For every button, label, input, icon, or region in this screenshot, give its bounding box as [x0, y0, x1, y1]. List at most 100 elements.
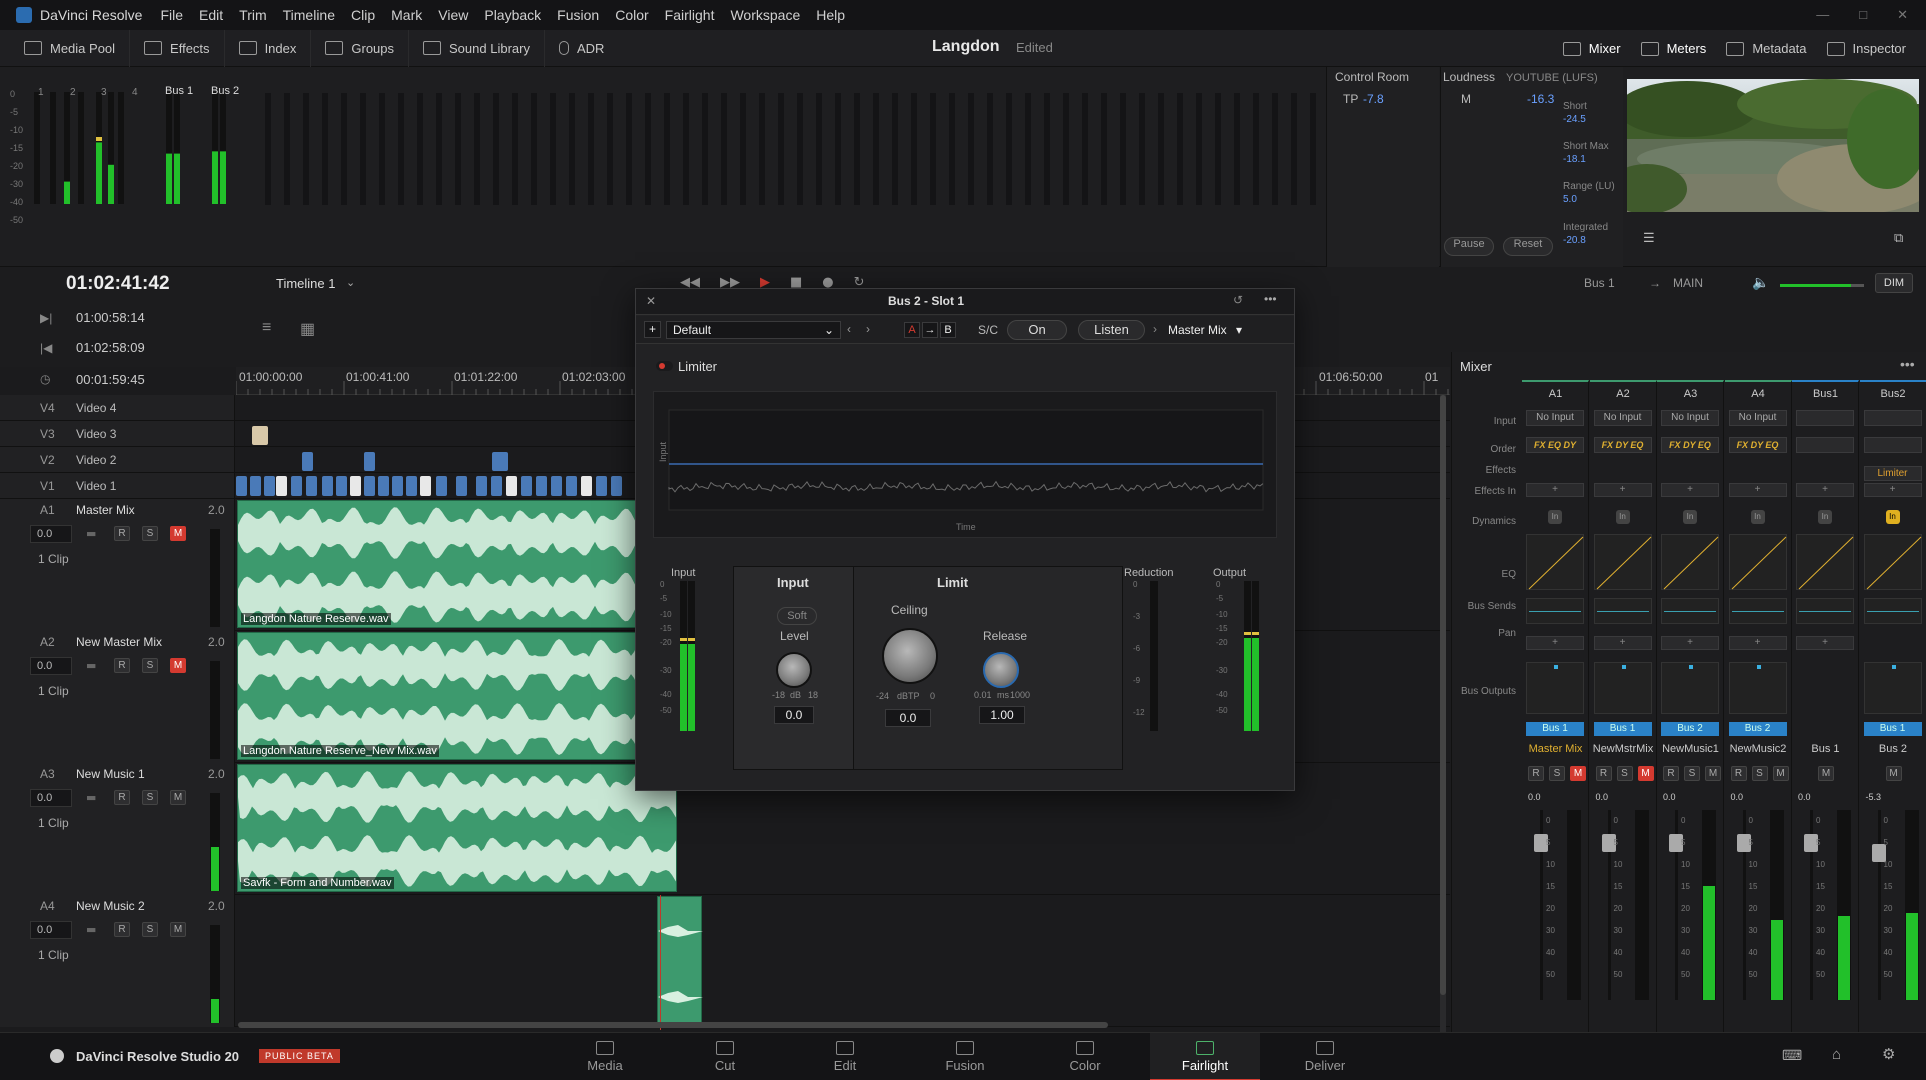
- add-effect-button[interactable]: +: [1728, 483, 1787, 497]
- eq-graph[interactable]: [1593, 598, 1652, 624]
- track-name[interactable]: Video 2: [76, 453, 116, 467]
- solo-button[interactable]: S: [142, 658, 158, 673]
- mute-button[interactable]: M: [170, 526, 186, 541]
- metadata-button[interactable]: Metadata: [1716, 30, 1816, 67]
- input-selector[interactable]: No Input: [1728, 410, 1787, 426]
- home-icon[interactable]: ⌂: [1832, 1046, 1841, 1063]
- effects-in-button[interactable]: In: [1683, 510, 1697, 524]
- menu-help[interactable]: Help: [816, 7, 845, 23]
- bus-send-button[interactable]: +: [1796, 636, 1854, 650]
- video-clip[interactable]: [420, 476, 431, 496]
- horizontal-scrollbar[interactable]: [238, 1022, 1108, 1028]
- record-arm-button[interactable]: R: [1663, 766, 1679, 781]
- video-clip[interactable]: [456, 476, 467, 496]
- add-effect-button[interactable]: +: [1863, 483, 1922, 497]
- dynamics-graph[interactable]: [1593, 534, 1652, 590]
- add-effect-button[interactable]: +: [1593, 483, 1652, 497]
- prev-preset-icon[interactable]: ‹: [847, 322, 851, 336]
- menu-mark[interactable]: Mark: [391, 7, 422, 23]
- fader-gain[interactable]: -5.3: [1866, 792, 1882, 802]
- processing-order[interactable]: FX DY EQ: [1728, 437, 1787, 453]
- route-dropdown[interactable]: Master Mix: [1168, 323, 1227, 337]
- bus-output[interactable]: Bus 2: [1728, 722, 1787, 736]
- page-tab-media[interactable]: Media: [550, 1033, 660, 1080]
- viewer-settings-icon[interactable]: ☰: [1643, 230, 1655, 246]
- mute-button[interactable]: M: [1570, 766, 1586, 781]
- arrow-right-icon[interactable]: →: [922, 322, 938, 338]
- solo-button[interactable]: S: [142, 790, 158, 805]
- bypass-toggle[interactable]: [656, 361, 673, 371]
- video-clip[interactable]: [252, 426, 268, 445]
- video-clip[interactable]: [302, 452, 313, 471]
- page-tab-deliver[interactable]: Deliver: [1270, 1033, 1380, 1080]
- lock-icon[interactable]: ▬: [86, 527, 100, 541]
- effects-in-button[interactable]: In: [1885, 510, 1900, 524]
- track-a4[interactable]: A4 New Music 2 2.0 0.0 ▬ R S M 1 Clip: [0, 895, 1450, 1027]
- dim-button[interactable]: DIM: [1875, 273, 1913, 293]
- fader-gain[interactable]: 0.0: [1798, 792, 1811, 802]
- menu-file[interactable]: File: [160, 7, 183, 23]
- add-preset-icon[interactable]: +: [644, 321, 661, 338]
- grid-view-icon[interactable]: ▦: [300, 319, 315, 339]
- video-clip[interactable]: [581, 476, 592, 496]
- fader-gain[interactable]: 0.0: [1731, 792, 1744, 802]
- video-clip[interactable]: [476, 476, 487, 496]
- video-clip[interactable]: [350, 476, 361, 496]
- video-viewer[interactable]: [1627, 79, 1919, 212]
- level-value[interactable]: 0.0: [774, 706, 814, 724]
- video-clip[interactable]: [506, 476, 517, 496]
- track-options-icon[interactable]: ≡: [262, 319, 271, 337]
- eq-graph[interactable]: [1863, 598, 1922, 624]
- video-clip[interactable]: [611, 476, 622, 496]
- meters-button[interactable]: Meters: [1631, 30, 1717, 67]
- menu-fairlight[interactable]: Fairlight: [665, 7, 715, 23]
- video-clip[interactable]: [406, 476, 417, 496]
- audio-clip[interactable]: [657, 896, 703, 1024]
- dynamics-graph[interactable]: [1526, 534, 1584, 590]
- mute-button[interactable]: M: [1772, 766, 1789, 781]
- bus-output[interactable]: Bus 2: [1661, 722, 1719, 736]
- video-clip[interactable]: [378, 476, 389, 496]
- media-pool-button[interactable]: Media Pool: [0, 29, 131, 67]
- track-volume[interactable]: 0.0: [30, 921, 72, 939]
- menu-playback[interactable]: Playback: [484, 7, 541, 23]
- record-arm-button[interactable]: R: [1595, 766, 1612, 781]
- in-timecode[interactable]: 01:00:58:14: [76, 310, 145, 325]
- record-arm-button[interactable]: R: [114, 922, 130, 937]
- audio-clip[interactable]: Savfk - Form and Number.wav: [237, 764, 677, 892]
- sound-library-button[interactable]: Sound Library: [409, 29, 545, 67]
- track-volume[interactable]: 0.0: [30, 657, 72, 675]
- video-clip[interactable]: [596, 476, 607, 496]
- bus-send-button[interactable]: +: [1661, 636, 1719, 650]
- bus-output[interactable]: Bus 1: [1526, 722, 1584, 736]
- solo-button[interactable]: S: [142, 922, 158, 937]
- mute-button[interactable]: M: [170, 790, 186, 805]
- input-selector[interactable]: No Input: [1593, 410, 1652, 426]
- lock-icon[interactable]: ▬: [86, 791, 100, 805]
- preset-dropdown[interactable]: Default ⌄: [666, 321, 841, 339]
- video-clip[interactable]: [336, 476, 347, 496]
- video-clip[interactable]: [392, 476, 403, 496]
- processing-order[interactable]: [1796, 437, 1854, 453]
- processing-order[interactable]: [1863, 437, 1922, 453]
- pan-control[interactable]: [1728, 662, 1787, 714]
- bus-send-button[interactable]: +: [1526, 636, 1584, 650]
- page-tab-edit[interactable]: Edit: [790, 1033, 900, 1080]
- menu-fusion[interactable]: Fusion: [557, 7, 599, 23]
- video-clip[interactable]: [236, 476, 247, 496]
- mute-button[interactable]: M: [170, 658, 186, 673]
- effects-button[interactable]: Effects: [130, 29, 225, 67]
- page-tab-fairlight[interactable]: Fairlight: [1150, 1033, 1260, 1080]
- fader-gain[interactable]: 0.0: [1596, 792, 1609, 802]
- vertical-scrollbar[interactable]: [1440, 395, 1446, 1032]
- bus-send-button[interactable]: +: [1728, 636, 1787, 650]
- close-window-icon[interactable]: ✕: [1897, 7, 1908, 23]
- menu-view[interactable]: View: [438, 7, 468, 23]
- pan-control[interactable]: [1593, 662, 1652, 714]
- close-icon[interactable]: ✕: [646, 294, 656, 308]
- video-clip[interactable]: [264, 476, 275, 496]
- lock-icon[interactable]: ▬: [86, 923, 100, 937]
- record-arm-button[interactable]: R: [114, 790, 130, 805]
- index-button[interactable]: Index: [225, 29, 312, 67]
- eq-graph[interactable]: [1526, 598, 1584, 624]
